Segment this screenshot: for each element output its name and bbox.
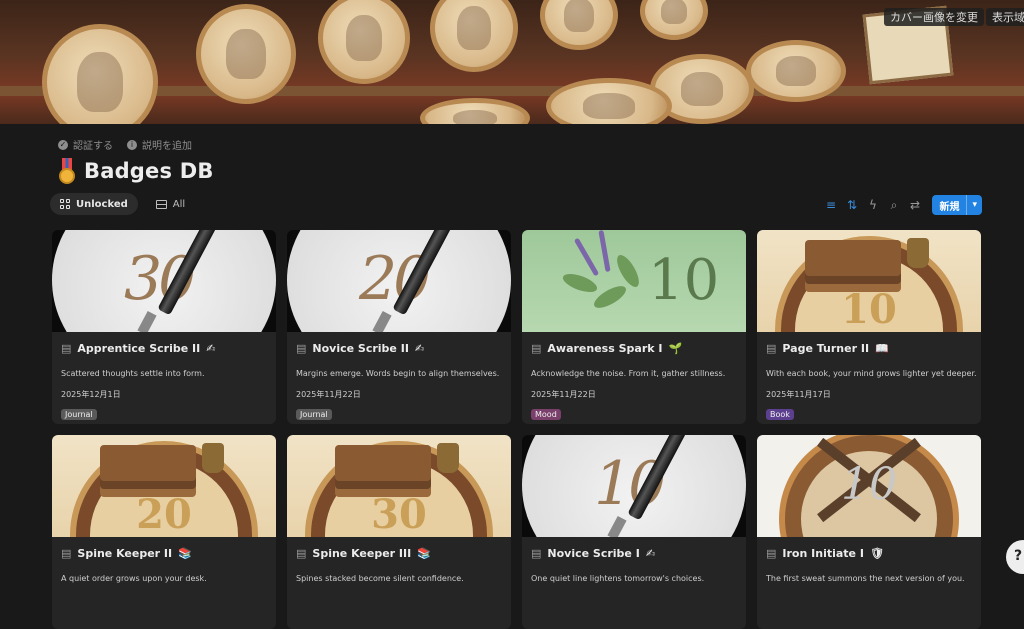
badge-card[interactable]: 20 ▤ Spine Keeper II 📚 A quiet order grows u…: [52, 435, 276, 629]
page-icon: ▤: [766, 342, 777, 355]
card-description: With each book, your mind grows lighter …: [766, 369, 977, 378]
badge-art-pen: 10: [522, 435, 746, 537]
tab-all[interactable]: All: [146, 193, 195, 215]
coin-flower: [746, 40, 846, 102]
card-title: ▤ Apprentice Scribe II ✍: [61, 342, 216, 355]
chevron-down-icon[interactable]: ▾: [966, 195, 982, 215]
badge-number: 10: [648, 248, 720, 313]
gallery-icon: [60, 199, 70, 209]
card-date: 2025年11月22日: [531, 390, 596, 399]
search-icon[interactable]: ⌕: [888, 198, 899, 213]
badge-card[interactable]: 10 ▤ Iron Initiate I 🛡 The first sweat summo…: [757, 435, 981, 629]
coin-small: [640, 0, 708, 40]
badge-art-book: 30: [287, 435, 511, 537]
cover-image: カバー画像を変更 表示域の変: [0, 0, 1024, 124]
card-title: ▤ Novice Scribe II ✍: [296, 342, 425, 355]
card-description: Margins emerge. Words begin to align the…: [296, 369, 500, 378]
badge-number: 10: [841, 459, 897, 510]
coin-ship: [420, 98, 530, 124]
card-title: ▤ Iron Initiate I 🛡: [766, 547, 884, 560]
badge-card[interactable]: 30 ▤ Apprentice Scribe II ✍ Scattered though…: [52, 230, 276, 424]
badge-art-pen: 20: [287, 230, 511, 332]
filter-icon[interactable]: ≡: [825, 198, 836, 212]
info-icon: i: [127, 139, 137, 150]
card-description: Acknowledge the noise. From it, gather s…: [531, 369, 726, 378]
verify-button[interactable]: ✓ 認証する: [58, 137, 113, 152]
page-icon: ▤: [61, 547, 72, 560]
table-icon: [155, 199, 167, 209]
card-date: 2025年12月1日: [61, 390, 121, 399]
page-icon: ▤: [296, 342, 307, 355]
settings-icon[interactable]: ⇄: [909, 198, 920, 212]
card-tag: Journal: [61, 409, 97, 420]
page-icon: ▤: [296, 547, 307, 560]
badge-number: 30: [371, 491, 427, 537]
card-description: The first sweat summons the next version…: [766, 574, 965, 583]
page-icon: ▤: [61, 342, 72, 355]
medal-icon: [58, 158, 76, 184]
badge-card[interactable]: 10 ▤ Novice Scribe I ✍ One quiet line lighte…: [522, 435, 746, 629]
card-tag: Book: [766, 409, 794, 420]
badge-number: 10: [841, 286, 897, 332]
page-icon: ▤: [531, 342, 542, 355]
new-button[interactable]: 新規 ▾: [932, 195, 982, 215]
card-date: 2025年11月22日: [296, 390, 361, 399]
badge-art-sage: 10: [522, 230, 746, 332]
card-tag: Journal: [296, 409, 332, 420]
tab-unlocked[interactable]: Unlocked: [50, 193, 138, 215]
coin-mask: [540, 0, 618, 50]
card-description: A quiet order grows upon your desk.: [61, 574, 207, 583]
card-title: ▤ Novice Scribe I ✍: [531, 547, 656, 560]
card-title: ▤ Spine Keeper III 📚: [296, 547, 431, 560]
coin-airplane: [42, 24, 158, 124]
coin-lady: [318, 0, 410, 84]
help-button[interactable]: ?: [1006, 540, 1024, 574]
page-icon: ▤: [531, 547, 542, 560]
new-button-label[interactable]: 新規: [932, 195, 966, 215]
badge-number: 20: [136, 491, 192, 537]
card-date: 2025年11月17日: [766, 390, 831, 399]
coin-man: [430, 0, 518, 72]
card-tag: Mood: [531, 409, 561, 420]
card-description: Scattered thoughts settle into form.: [61, 369, 205, 378]
card-title: ▤ Page Turner II 📖: [766, 342, 889, 355]
card-title: ▤ Awareness Spark I 🌱: [531, 342, 683, 355]
reposition-cover-button[interactable]: 表示域の変: [986, 8, 1024, 26]
change-cover-button[interactable]: カバー画像を変更: [884, 8, 984, 26]
check-icon: ✓: [58, 139, 68, 150]
badge-card[interactable]: 10 ▤ Page Turner II 📖 With each book, your m…: [757, 230, 981, 424]
sort-icon[interactable]: ⇅: [846, 198, 857, 212]
badge-art-book: 20: [52, 435, 276, 537]
badge-card[interactable]: 20 ▤ Novice Scribe II ✍ Margins emerge. Word…: [287, 230, 511, 424]
page-icon: ▤: [766, 547, 777, 560]
card-title: ▤ Spine Keeper II 📚: [61, 547, 192, 560]
coin-samurai: [196, 4, 296, 104]
page-title: Badges DB: [58, 158, 214, 184]
badge-art-book: 10: [757, 230, 981, 332]
card-description: Spines stacked become silent confidence.: [296, 574, 464, 583]
badge-card[interactable]: 30 ▤ Spine Keeper III 📚 Spines stacked becom…: [287, 435, 511, 629]
badge-art-dumbbell: 10: [757, 435, 981, 537]
badge-art-pen: 30: [52, 230, 276, 332]
badge-card[interactable]: 10 ▤ Awareness Spark I 🌱 Acknowledge the noi…: [522, 230, 746, 424]
add-description-button[interactable]: i 説明を追加: [127, 137, 192, 152]
lightning-icon[interactable]: ϟ: [867, 198, 878, 212]
card-description: One quiet line lightens tomorrow's choic…: [531, 574, 705, 583]
page-title-text[interactable]: Badges DB: [84, 159, 214, 183]
